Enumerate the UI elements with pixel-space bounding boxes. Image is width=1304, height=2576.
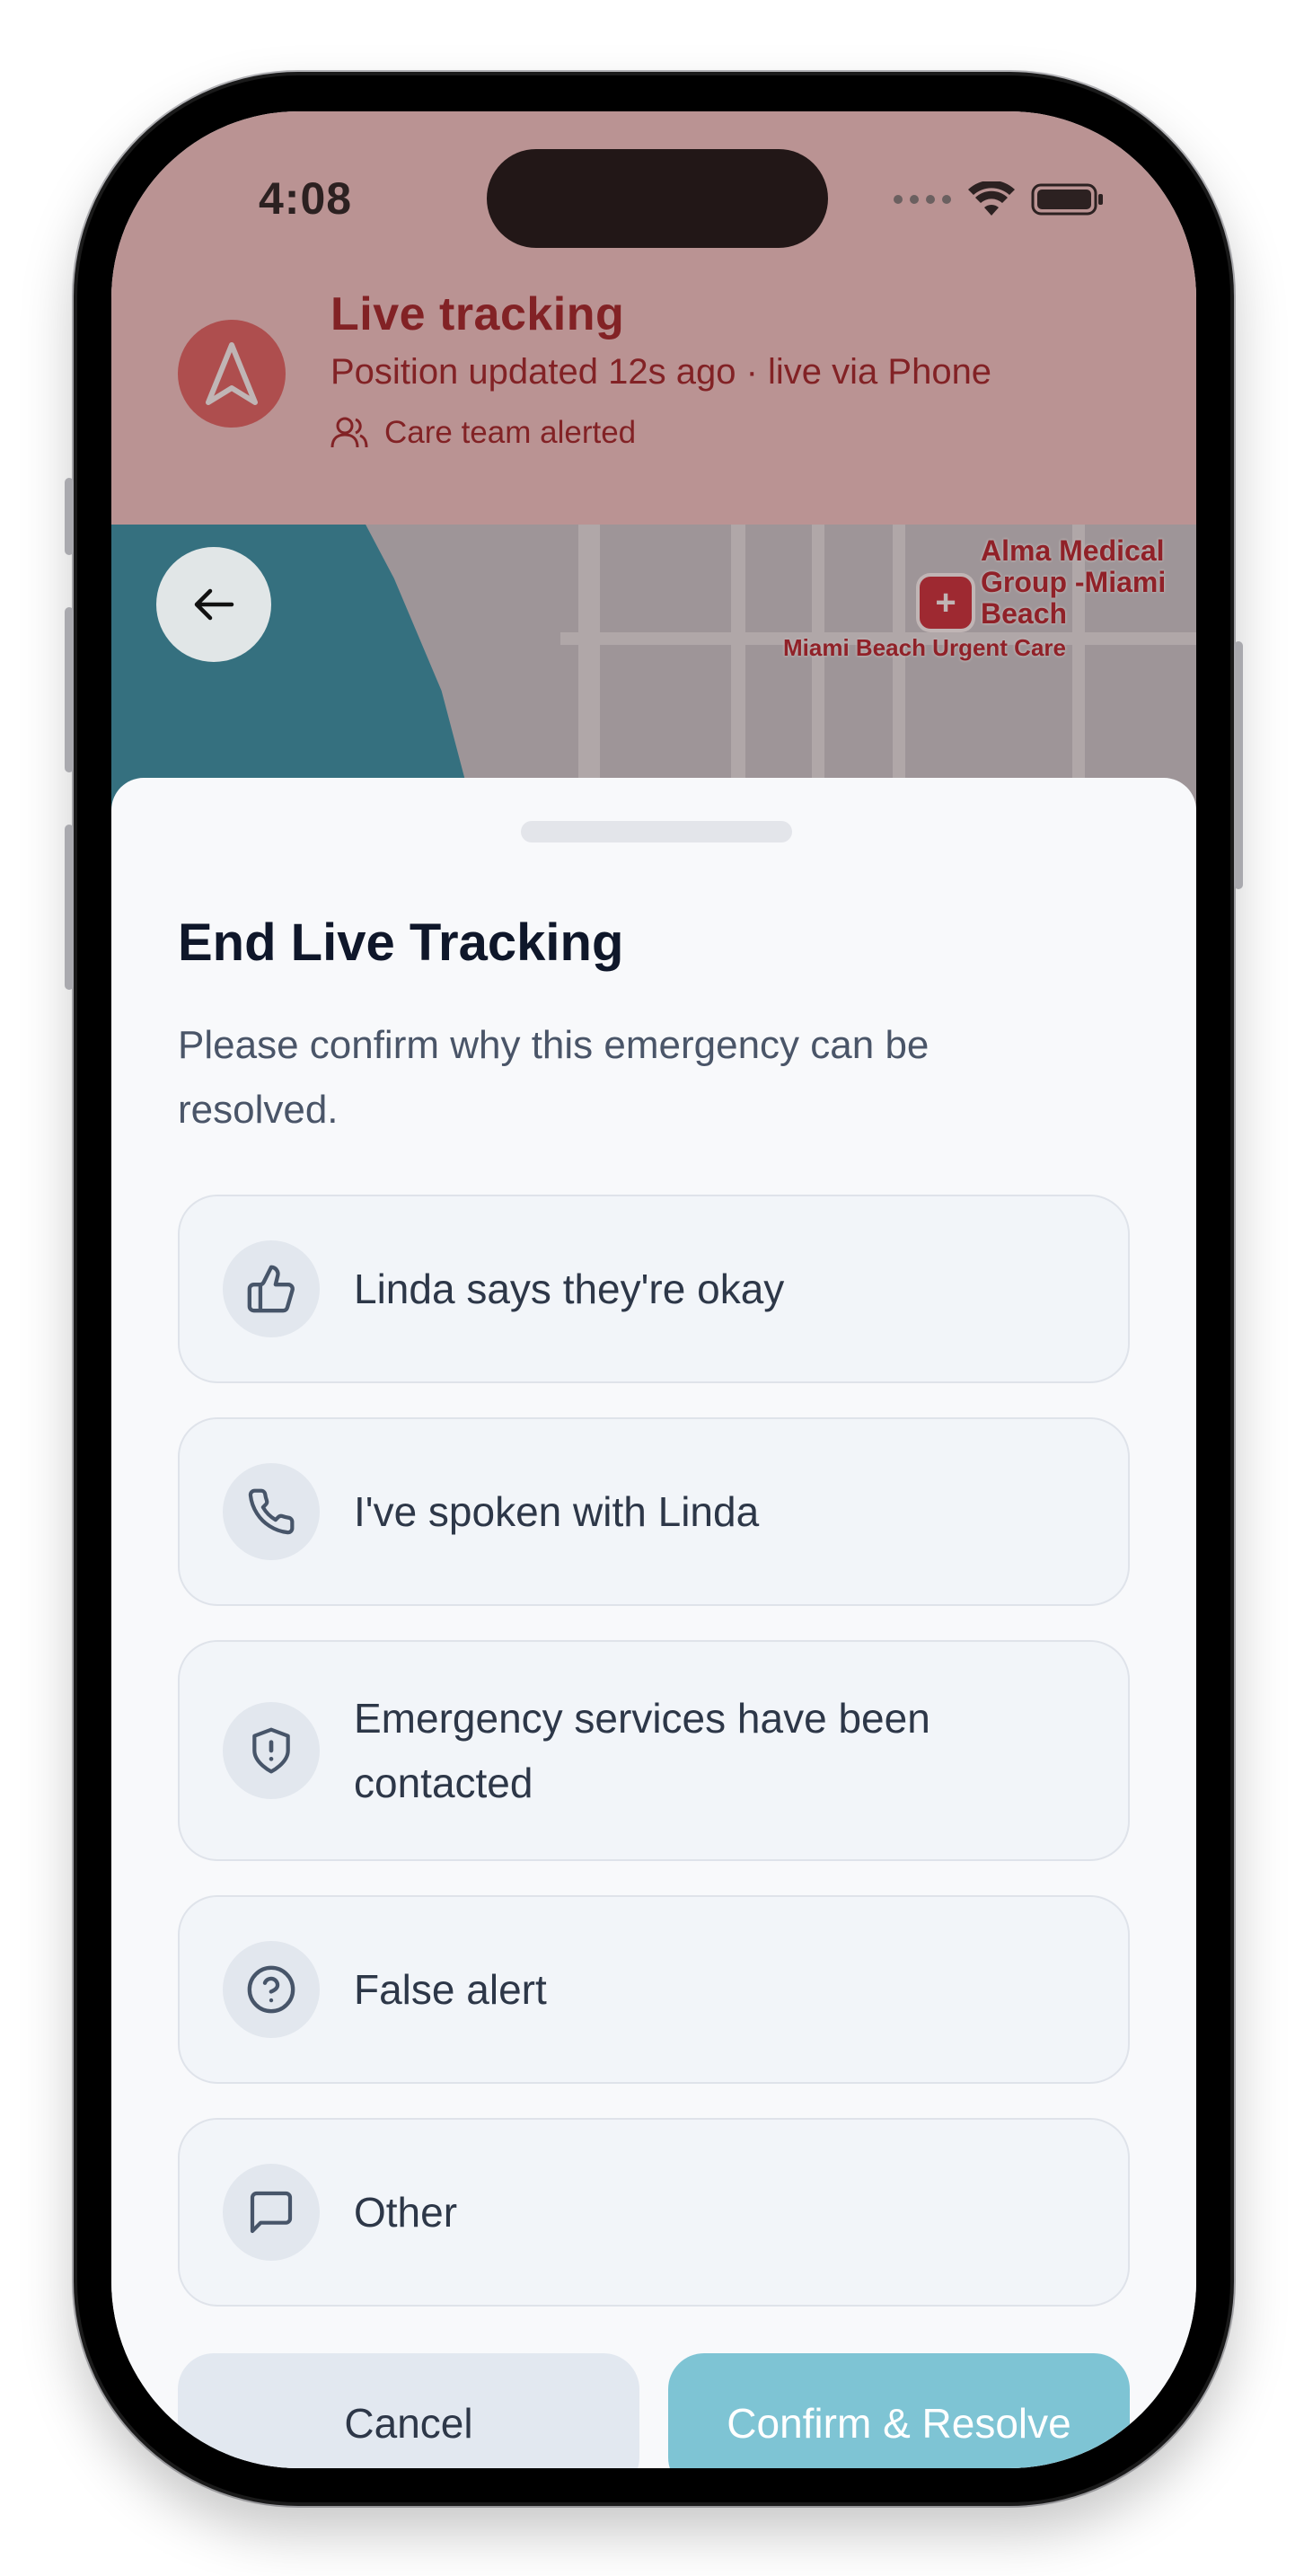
option-icon bbox=[223, 1702, 320, 1799]
option-false-alert[interactable]: False alert bbox=[178, 1895, 1130, 2084]
mute-switch bbox=[65, 478, 74, 555]
option-icon bbox=[223, 1463, 320, 1560]
option-other[interactable]: Other bbox=[178, 2118, 1130, 2307]
phone-icon bbox=[248, 1488, 295, 1535]
message-square-icon bbox=[250, 2191, 293, 2234]
sheet-description: Please confirm why this emergency can be… bbox=[178, 1023, 930, 1132]
option-icon bbox=[223, 2164, 320, 2261]
thumbs-up-icon bbox=[247, 1265, 295, 1313]
modal-backdrop[interactable] bbox=[111, 111, 1196, 830]
sheet-title: End Live Tracking bbox=[178, 913, 624, 972]
end-tracking-sheet: End Live Tracking Please confirm why thi… bbox=[111, 778, 1196, 2468]
help-circle-icon bbox=[247, 1965, 295, 2014]
option-spoken-with[interactable]: I've spoken with Linda bbox=[178, 1417, 1130, 1606]
option-label: Emergency services have been contacted bbox=[354, 1695, 930, 1806]
power-button bbox=[1234, 641, 1243, 889]
option-label: I've spoken with Linda bbox=[354, 1488, 760, 1535]
phone-screen: 4:08 Live tracking Position updated 12s … bbox=[111, 111, 1196, 2468]
option-label: Other bbox=[354, 2189, 458, 2236]
back-button[interactable] bbox=[156, 547, 271, 662]
option-emergency-services[interactable]: Emergency services have been contacted bbox=[178, 1640, 1130, 1861]
option-label: Linda says they're okay bbox=[354, 1266, 785, 1312]
option-says-okay[interactable]: Linda says they're okay bbox=[178, 1195, 1130, 1383]
shield-alert-icon bbox=[252, 1727, 290, 1774]
cancel-button[interactable]: Cancel bbox=[178, 2353, 639, 2468]
confirm-resolve-button[interactable]: Confirm & Resolve bbox=[668, 2353, 1130, 2468]
volume-down-button bbox=[65, 825, 74, 990]
option-icon bbox=[223, 1941, 320, 2038]
arrow-left-icon bbox=[194, 588, 234, 621]
option-icon bbox=[223, 1240, 320, 1337]
option-label: False alert bbox=[354, 1966, 547, 2013]
sheet-grabber[interactable] bbox=[521, 821, 792, 842]
volume-up-button bbox=[65, 607, 74, 772]
